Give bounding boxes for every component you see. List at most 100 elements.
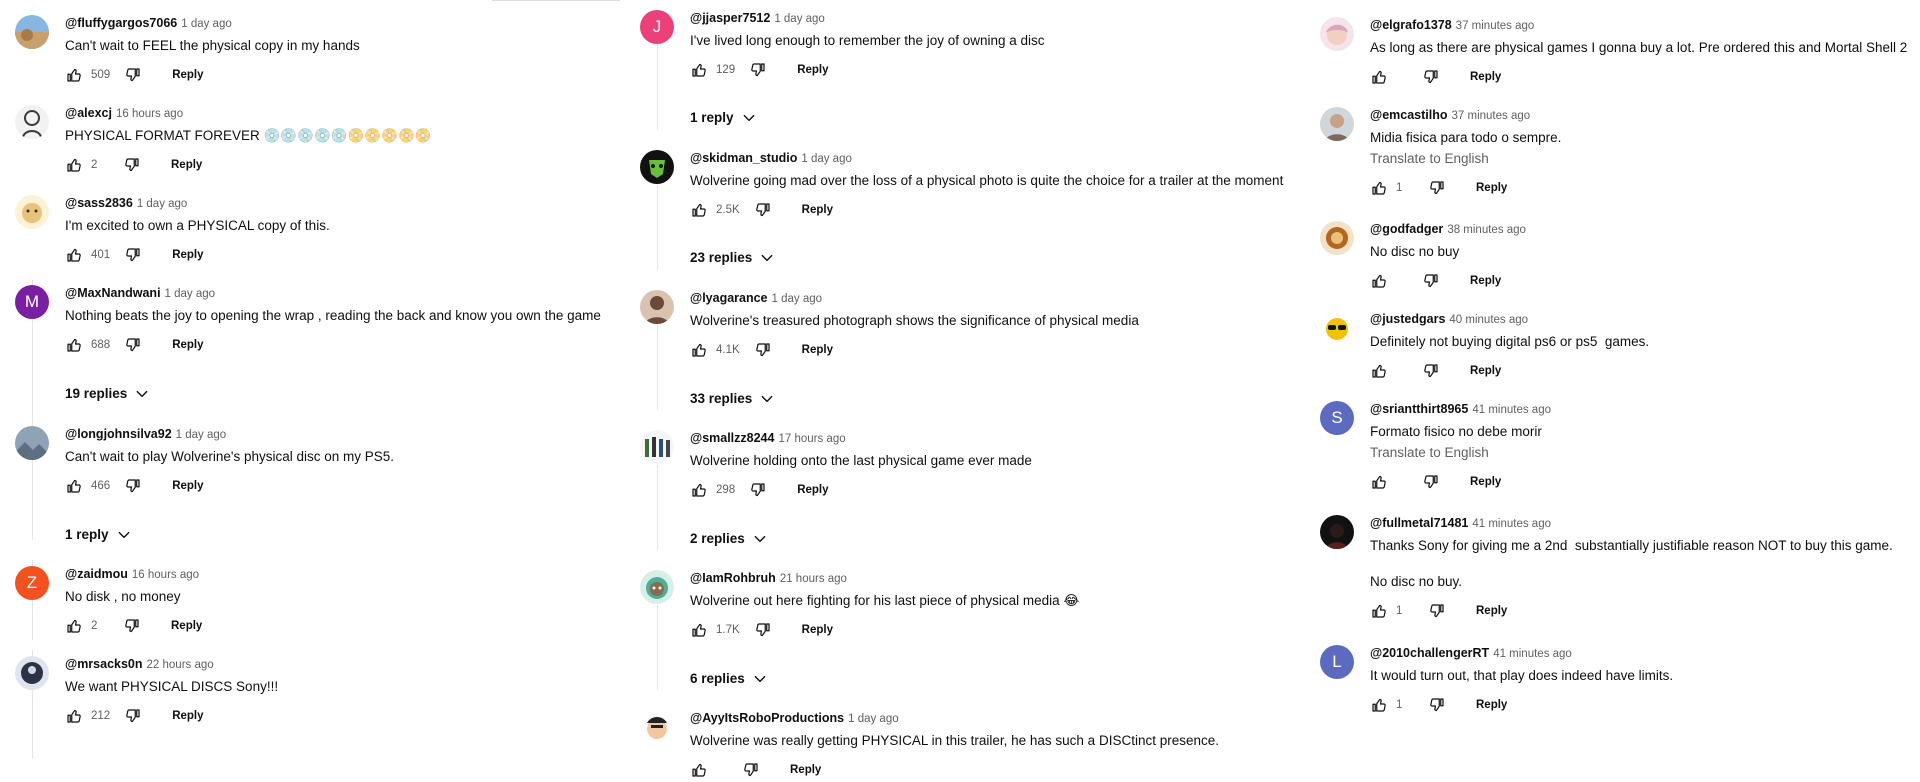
reply-button[interactable]: Reply: [171, 159, 202, 171]
dark-character-avatar-icon[interactable]: [15, 656, 49, 690]
like-icon[interactable]: [690, 201, 708, 219]
comment-author[interactable]: @sriantthirt8965: [1370, 402, 1468, 416]
reply-button[interactable]: Reply: [802, 624, 833, 636]
comment-timestamp[interactable]: 1 day ago: [774, 13, 825, 25]
reply-button[interactable]: Reply: [797, 64, 828, 76]
dislike-icon[interactable]: [749, 481, 767, 499]
reply-button[interactable]: Reply: [802, 204, 833, 216]
reply-button[interactable]: Reply: [1470, 365, 1501, 377]
like-icon[interactable]: [1370, 362, 1388, 380]
reply-button[interactable]: Reply: [1470, 476, 1501, 488]
comment-timestamp[interactable]: 21 hours ago: [780, 573, 847, 585]
portrait-photo-avatar-icon[interactable]: [640, 290, 674, 324]
dislike-icon[interactable]: [1422, 68, 1440, 86]
sloth-avatar-icon[interactable]: [640, 570, 674, 604]
dislike-icon[interactable]: [749, 61, 767, 79]
like-icon[interactable]: [65, 707, 83, 725]
desert-photo-avatar-icon[interactable]: [15, 15, 49, 49]
translate-link[interactable]: Translate to English: [1370, 445, 1489, 460]
comment-author[interactable]: @skidman_studio: [690, 151, 797, 165]
dislike-icon[interactable]: [124, 707, 142, 725]
comment-timestamp[interactable]: 1 day ago: [137, 198, 188, 210]
green-mask-avatar-icon[interactable]: [640, 150, 674, 184]
view-replies-button[interactable]: 1 reply: [690, 110, 756, 125]
comment-timestamp[interactable]: 16 hours ago: [116, 108, 183, 120]
comment-timestamp[interactable]: 16 hours ago: [132, 569, 199, 581]
comment-timestamp[interactable]: 41 minutes ago: [1472, 404, 1551, 416]
dislike-icon[interactable]: [742, 761, 760, 779]
robot-face-avatar-icon[interactable]: [640, 710, 674, 744]
like-icon[interactable]: [65, 617, 83, 635]
avatar[interactable]: M: [15, 285, 49, 319]
reply-button[interactable]: Reply: [797, 484, 828, 496]
comment-author[interactable]: @AyyItsRoboProductions: [690, 711, 844, 725]
group-figures-avatar-icon[interactable]: [640, 430, 674, 464]
reply-button[interactable]: Reply: [172, 710, 203, 722]
comment-timestamp[interactable]: 40 minutes ago: [1449, 314, 1528, 326]
sketch-portrait-avatar-icon[interactable]: [15, 105, 49, 139]
comment-author[interactable]: @2010challengerRT: [1370, 646, 1489, 660]
reply-button[interactable]: Reply: [171, 620, 202, 632]
comment-author[interactable]: @justedgars: [1370, 312, 1445, 326]
comment-author[interactable]: @fullmetal71481: [1370, 516, 1468, 530]
reply-button[interactable]: Reply: [172, 69, 203, 81]
like-icon[interactable]: [1370, 179, 1388, 197]
reply-button[interactable]: Reply: [172, 249, 203, 261]
reply-button[interactable]: Reply: [1470, 275, 1501, 287]
dislike-icon[interactable]: [124, 477, 142, 495]
sunglasses-avatar-icon[interactable]: [1320, 311, 1354, 345]
avatar[interactable]: Z: [15, 566, 49, 600]
view-replies-button[interactable]: 33 replies: [690, 391, 774, 406]
reply-button[interactable]: Reply: [802, 344, 833, 356]
dislike-icon[interactable]: [1428, 696, 1446, 714]
comment-author[interactable]: @jjasper7512: [690, 11, 770, 25]
comment-timestamp[interactable]: 1 day ago: [801, 153, 852, 165]
comment-author[interactable]: @smallzz8244: [690, 431, 774, 445]
view-replies-button[interactable]: 1 reply: [65, 527, 131, 542]
comment-timestamp[interactable]: 37 minutes ago: [1456, 20, 1535, 32]
like-icon[interactable]: [690, 761, 708, 779]
view-replies-button[interactable]: 6 replies: [690, 671, 767, 686]
comment-author[interactable]: @longjohnsilva92: [65, 427, 172, 441]
comment-author[interactable]: @emcastilho: [1370, 108, 1448, 122]
comment-author[interactable]: @alexcj: [65, 106, 112, 120]
view-replies-button[interactable]: 23 replies: [690, 250, 774, 265]
dislike-icon[interactable]: [754, 621, 772, 639]
reply-button[interactable]: Reply: [172, 339, 203, 351]
like-icon[interactable]: [690, 61, 708, 79]
dislike-icon[interactable]: [1422, 362, 1440, 380]
avatar[interactable]: J: [640, 10, 674, 44]
like-icon[interactable]: [1370, 696, 1388, 714]
dislike-icon[interactable]: [754, 341, 772, 359]
comment-timestamp[interactable]: 41 minutes ago: [1493, 648, 1572, 660]
comment-author[interactable]: @godfadger: [1370, 222, 1443, 236]
like-icon[interactable]: [690, 621, 708, 639]
like-icon[interactable]: [65, 477, 83, 495]
like-icon[interactable]: [1370, 68, 1388, 86]
like-icon[interactable]: [65, 66, 83, 84]
comment-timestamp[interactable]: 38 minutes ago: [1447, 224, 1526, 236]
comment-author[interactable]: @zaidmou: [65, 567, 128, 581]
comment-timestamp[interactable]: 1 day ago: [772, 293, 823, 305]
dislike-icon[interactable]: [1428, 179, 1446, 197]
dislike-icon[interactable]: [123, 156, 141, 174]
comment-author[interactable]: @sass2836: [65, 196, 133, 210]
dislike-icon[interactable]: [754, 201, 772, 219]
like-icon[interactable]: [690, 341, 708, 359]
like-icon[interactable]: [1370, 272, 1388, 290]
reply-button[interactable]: Reply: [1476, 699, 1507, 711]
view-replies-button[interactable]: 2 replies: [690, 531, 767, 546]
comment-author[interactable]: @mrsacks0n: [65, 657, 143, 671]
anime-avatar-icon[interactable]: [1320, 17, 1354, 51]
like-icon[interactable]: [65, 336, 83, 354]
comment-timestamp[interactable]: 1 day ago: [176, 429, 227, 441]
comment-timestamp[interactable]: 22 hours ago: [147, 659, 214, 671]
comment-author[interactable]: @MaxNandwani: [65, 286, 161, 300]
man-photo-avatar-icon[interactable]: [1320, 107, 1354, 141]
food-bowl-avatar-icon[interactable]: [1320, 221, 1354, 255]
reply-button[interactable]: Reply: [1470, 71, 1501, 83]
translate-link[interactable]: Translate to English: [1370, 151, 1489, 166]
dislike-icon[interactable]: [124, 246, 142, 264]
reply-button[interactable]: Reply: [1476, 182, 1507, 194]
comment-timestamp[interactable]: 1 day ago: [181, 18, 232, 30]
